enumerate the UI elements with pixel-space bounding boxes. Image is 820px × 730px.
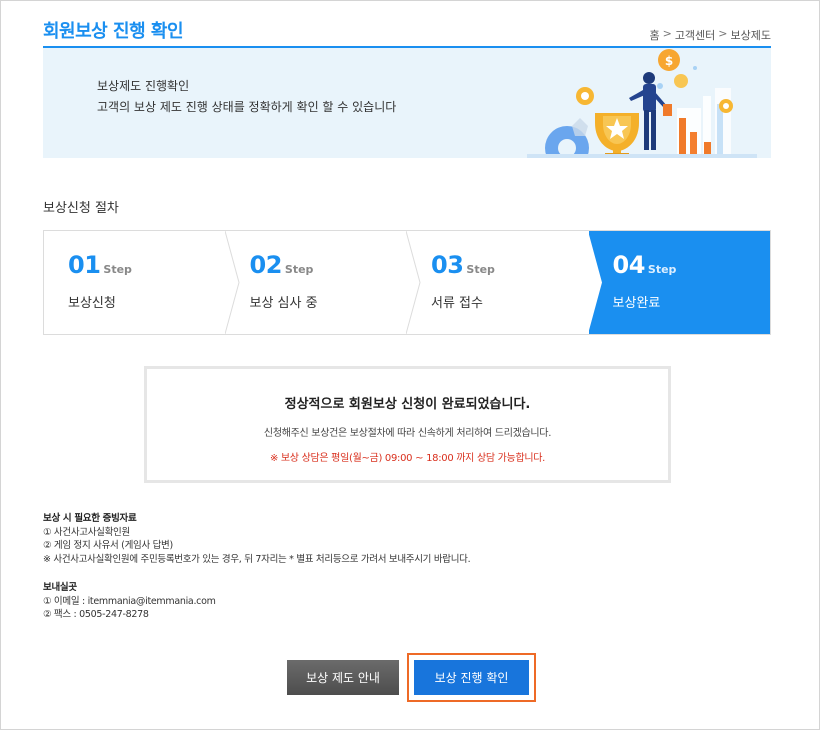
step-arrow-icon: [406, 231, 421, 334]
compensation-status-button[interactable]: 보상 진행 확인: [414, 660, 529, 695]
document-note: ※ 사건사고사실확인원에 주민등록번호가 있는 경우, 뒤 7자리는 * 별표 …: [43, 553, 471, 565]
step-word: Step: [284, 263, 314, 276]
step-4-active: 04 Step 보상완료: [588, 231, 770, 334]
completion-notice: 정상적으로 회원보상 신청이 완료되었습니다. 신청해주신 보상건은 보상절차에…: [144, 366, 671, 483]
banner-description: 고객의 보상 제도 진행 상태를 정확하게 확인 할 수 있습니다: [97, 100, 397, 114]
trophy-illustration-icon: $: [527, 49, 757, 158]
breadcrumb-compensation[interactable]: 보상제도: [731, 27, 771, 43]
page-title: 회원보상 진행 확인: [43, 21, 184, 42]
procedure-title: 보상신청 절차: [43, 201, 119, 216]
step-number: 02 Step: [249, 251, 314, 279]
step-number: 04 Step: [612, 251, 677, 279]
send-to: 보내실곳 ① 이메일 : itemmania@itemmania.com ② 팩…: [43, 581, 216, 622]
step-1: 01 Step 보상신청: [44, 231, 240, 334]
notice-description: 신청해주신 보상건은 보상절차에 따라 신속하게 처리하여 드리겠습니다.: [263, 428, 552, 439]
documents-title: 보상 시 필요한 증빙자료: [43, 513, 137, 524]
procedure-steps: 01 Step 보상신청 02 Step 보상 심사 중 03 Step 서류 접수 …: [43, 230, 771, 335]
breadcrumb: 홈 > 고객센터 > 보상제도: [649, 27, 771, 43]
svg-text:$: $: [665, 54, 673, 68]
banner-title: 보상제도 진행확인: [97, 79, 190, 93]
send-to-email: ① 이메일 : itemmania@itemmania.com: [43, 595, 216, 607]
send-to-title: 보내실곳: [43, 582, 77, 593]
step-3: 03 Step 서류 접수: [407, 231, 602, 334]
step-word: Step: [647, 263, 677, 276]
step-number: 01 Step: [68, 251, 132, 279]
step-arrow-icon: [587, 231, 602, 334]
required-documents: 보상 시 필요한 증빙자료 ① 사건사고사실확인원 ② 게임 정지 사유서 (게…: [43, 512, 471, 566]
consultation-hours: ※ 보상 상담은 평일(월~금) 09:00 ~ 18:00 까지 상담 가능합…: [269, 453, 546, 464]
step-number: 03 Step: [431, 251, 495, 279]
step-label: 서류 접수: [431, 296, 483, 311]
step-word: Step: [466, 263, 495, 276]
breadcrumb-home[interactable]: 홈: [649, 27, 659, 43]
document-item: ② 게임 정지 사유서 (게임사 답변): [43, 540, 173, 551]
breadcrumb-customer-center[interactable]: 고객센터: [675, 27, 715, 43]
step-label: 보상 심사 중: [249, 296, 318, 311]
step-arrow-icon: [224, 231, 240, 334]
send-to-fax: ② 팩스 : 0505-247-8278: [43, 609, 149, 620]
step-2: 02 Step 보상 심사 중: [225, 231, 421, 334]
breadcrumb-separator: >: [662, 27, 672, 40]
step-word: Step: [103, 263, 132, 276]
notice-title: 정상적으로 회원보상 신청이 완료되었습니다.: [284, 397, 531, 412]
page-header: 회원보상 진행 확인 홈 > 고객센터 > 보상제도: [43, 15, 771, 48]
compensation-guide-button[interactable]: 보상 제도 안내: [287, 660, 399, 695]
step-label: 보상신청: [68, 296, 116, 311]
document-item: ① 사건사고사실확인원: [43, 526, 130, 538]
breadcrumb-separator: >: [718, 27, 728, 40]
info-banner: 보상제도 진행확인 고객의 보상 제도 진행 상태를 정확하게 확인 할 수 있…: [43, 48, 771, 158]
step-label: 보상완료: [612, 296, 661, 311]
page-frame: 회원보상 진행 확인 홈 > 고객센터 > 보상제도 보상제도 진행확인 고객의…: [0, 0, 820, 730]
